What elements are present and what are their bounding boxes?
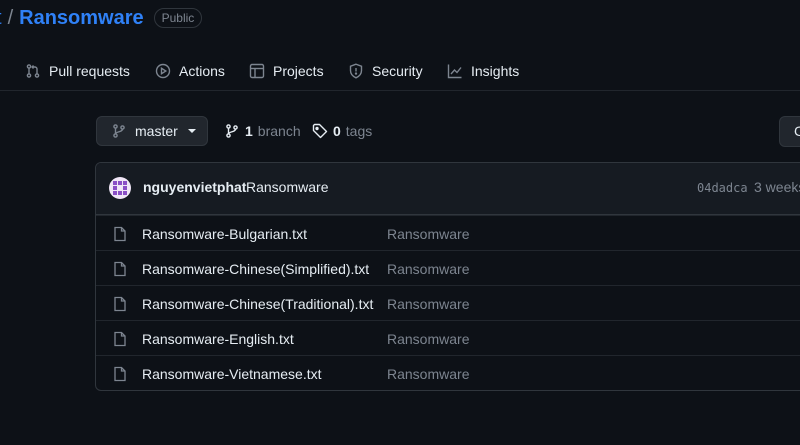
latest-commit-bar: nguyenvietphat Ransomware 04dadca 3 week… (96, 163, 800, 215)
path-separator: / (7, 6, 14, 29)
tab-pull-requests[interactable]: Pull requests (25, 52, 130, 90)
graph-icon (447, 64, 462, 79)
branch-label: branch (257, 123, 301, 139)
file-icon (114, 366, 126, 382)
branch-name: master (135, 123, 178, 139)
commit-author-link[interactable]: nguyenvietphat (143, 179, 246, 195)
file-row[interactable]: Ransomware-Vietnamese.txt Ransomware (96, 355, 800, 390)
file-icon (114, 226, 126, 242)
file-commit-message-link[interactable]: Ransomware (387, 296, 469, 312)
branch-select-button[interactable]: master (96, 116, 208, 146)
file-name-link[interactable]: Ransomware-Bulgarian.txt (142, 226, 307, 242)
tag-count: 0 (333, 123, 341, 139)
tab-projects-label: Projects (273, 63, 324, 79)
file-icon (114, 331, 126, 347)
tags-link[interactable]: 0 tags (312, 116, 372, 146)
file-commit-message-link[interactable]: Ransomware (387, 261, 469, 277)
file-row[interactable]: Ransomware-Chinese(Traditional).txt Rans… (96, 285, 800, 320)
file-icon (114, 261, 126, 277)
file-name-link[interactable]: Ransomware-English.txt (142, 331, 294, 347)
git-pull-request-icon (26, 64, 40, 78)
tab-insights[interactable]: Insights (447, 52, 519, 90)
tag-label: tags (345, 123, 373, 139)
file-name-link[interactable]: Ransomware-Chinese(Simplified).txt (142, 261, 369, 277)
file-name-link[interactable]: Ransomware-Chinese(Traditional).txt (142, 296, 373, 312)
tab-actions-label: Actions (179, 63, 225, 79)
commit-message-link[interactable]: Ransomware (246, 179, 328, 195)
tab-pull-requests-label: Pull requests (49, 63, 130, 79)
repo-name-link[interactable]: Ransomware (19, 7, 144, 30)
commit-hash-link[interactable]: 04dadca (697, 181, 748, 195)
tab-projects[interactable]: Projects (249, 52, 324, 90)
file-name-link[interactable]: Ransomware-Vietnamese.txt (142, 366, 321, 382)
chevron-down-icon (187, 129, 196, 133)
avatar[interactable] (109, 177, 131, 199)
tab-security[interactable]: Security (348, 52, 423, 90)
tag-icon (312, 123, 328, 139)
repo-nav-tabs: s Pull requests Actions Projects Securit… (0, 52, 800, 91)
branches-link[interactable]: 1 branch (224, 116, 301, 146)
file-row[interactable]: Ransomware-English.txt Ransomware (96, 320, 800, 355)
play-icon (155, 63, 171, 79)
git-branch-icon (226, 124, 238, 138)
visibility-badge: Public (153, 8, 203, 28)
file-row[interactable]: Ransomware-Bulgarian.txt Ransomware (96, 215, 800, 250)
tab-security-label: Security (372, 63, 423, 79)
commit-time: 3 weeks (754, 179, 800, 195)
tab-insights-label: Insights (471, 63, 520, 79)
file-row[interactable]: Ransomware-Chinese(Simplified).txt Ranso… (96, 250, 800, 285)
file-commit-message-link[interactable]: Ransomware (387, 331, 469, 347)
file-commit-message-link[interactable]: Ransomware (387, 226, 469, 242)
git-branch-icon (113, 124, 125, 138)
shield-icon (349, 63, 363, 79)
file-list: nguyenvietphat Ransomware 04dadca 3 week… (95, 162, 800, 391)
repo-header: t / Ransomware Public (0, 4, 203, 32)
branch-count: 1 (245, 123, 253, 139)
tab-actions[interactable]: Actions (155, 52, 225, 90)
repo-owner-link[interactable]: t (0, 7, 2, 30)
code-button[interactable]: C (779, 116, 800, 147)
table-icon (249, 63, 265, 79)
file-icon (114, 296, 126, 312)
file-commit-message-link[interactable]: Ransomware (387, 366, 469, 382)
